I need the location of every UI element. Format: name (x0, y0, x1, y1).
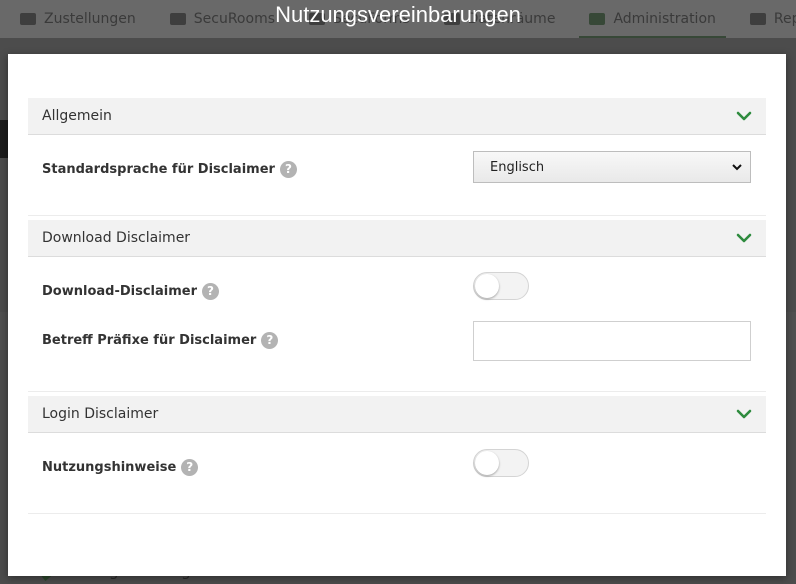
usage-notes-label: Nutzungshinweise (42, 459, 177, 475)
divider (28, 391, 766, 392)
divider (28, 215, 766, 216)
chevron-down-icon[interactable] (736, 232, 752, 244)
section-login: Login Disclaimer (28, 396, 766, 433)
download-disclaimer-label-wrap: Download-Disclaimer ? (42, 282, 219, 300)
subject-prefix-input-wrap (473, 321, 751, 361)
language-select[interactable]: Englisch (473, 151, 751, 183)
section-general-header[interactable]: Allgemein (28, 98, 766, 135)
toggle-knob (475, 451, 499, 475)
subject-prefix-input[interactable] (473, 321, 751, 361)
help-icon[interactable]: ? (202, 282, 219, 300)
help-icon[interactable]: ? (279, 160, 297, 178)
usage-notes-label-wrap: Nutzungshinweise ? (42, 458, 199, 476)
section-download-header[interactable]: Download Disclaimer (28, 220, 766, 257)
modal-title: Nutzungsvereinbarungen (275, 2, 521, 27)
usage-notes-toggle[interactable] (473, 449, 529, 477)
chevron-down-icon[interactable] (736, 110, 752, 122)
download-disclaimer-toggle[interactable] (473, 272, 529, 300)
usage-notes-row: Nutzungshinweise ? (42, 456, 752, 478)
chevron-down-icon[interactable] (736, 408, 752, 420)
divider (28, 513, 766, 514)
language-label: Standardsprache für Disclaimer (42, 161, 275, 177)
language-select-value: Englisch (490, 159, 545, 175)
toggle-knob (475, 274, 499, 298)
language-label-wrap: Standardsprache für Disclaimer ? (42, 160, 297, 178)
section-login-header[interactable]: Login Disclaimer (28, 396, 766, 433)
download-disclaimer-label: Download-Disclaimer (42, 283, 197, 299)
section-general: Allgemein (28, 98, 766, 135)
help-icon[interactable]: ? (181, 458, 199, 476)
help-icon[interactable]: ? (261, 331, 279, 349)
subject-prefix-label: Betreff Präfixe für Disclaimer (42, 332, 257, 348)
settings-modal: Allgemein Standardsprache für Disclaimer… (8, 54, 786, 576)
section-download: Download Disclaimer (28, 220, 766, 257)
download-disclaimer-toggle-wrap (473, 272, 529, 300)
language-select-wrap: Englisch (473, 151, 751, 183)
usage-notes-toggle-wrap (473, 449, 529, 477)
subject-prefix-label-wrap: Betreff Präfixe für Disclaimer ? (42, 331, 279, 349)
section-download-title: Download Disclaimer (42, 230, 191, 246)
chevron-down-icon (732, 164, 742, 171)
section-general-title: Allgemein (42, 108, 112, 124)
download-disclaimer-row: Download-Disclaimer ? (42, 280, 752, 302)
section-login-title: Login Disclaimer (42, 406, 159, 422)
